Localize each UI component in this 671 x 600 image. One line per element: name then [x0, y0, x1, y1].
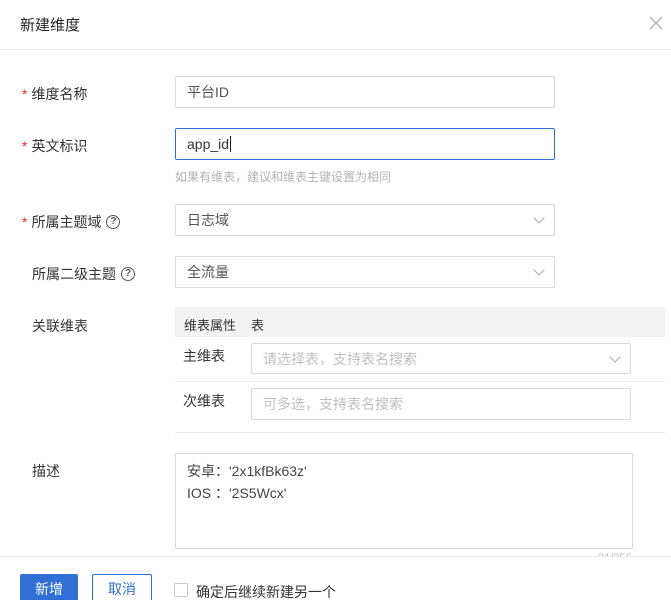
- name-input-value: 平台ID: [187, 84, 229, 100]
- dialog-footer: 新增 取消 确定后继续新建另一个: [0, 556, 671, 600]
- domain-label-text: 所属主题域: [31, 214, 102, 230]
- column-header-attr: 维表属性: [184, 318, 237, 333]
- secondary-table-label-text: 次维表: [183, 393, 225, 409]
- en-id-input-value: app_id: [187, 136, 230, 152]
- continue-checkbox-label[interactable]: 确定后继续新建另一个: [196, 582, 336, 600]
- desc-line: IOS ：'2S5Wcx': [187, 485, 287, 501]
- desc-textarea[interactable]: 安卓：'2x1kfBk63z' IOS ：'2S5Wcx': [175, 453, 633, 549]
- required-mark: *: [22, 138, 28, 154]
- chevron-down-icon: [533, 264, 545, 276]
- primary-table-select[interactable]: 请选择表，支持表名搜索: [251, 343, 631, 374]
- help-icon[interactable]: ?: [106, 215, 121, 229]
- text-caret: [230, 136, 232, 152]
- chevron-down-icon: [533, 212, 545, 224]
- row-divider: [175, 381, 665, 382]
- secondary-table-label: 次维表: [183, 391, 225, 411]
- secondary-table-select[interactable]: 可多选，支持表名搜索: [251, 388, 631, 420]
- primary-table-label-text: 主维表: [183, 348, 225, 364]
- name-input[interactable]: 平台ID: [175, 76, 555, 108]
- column-header-table: 表: [251, 318, 265, 333]
- secondary-table-placeholder: 可多选，支持表名搜索: [263, 396, 403, 412]
- required-mark: *: [22, 214, 28, 230]
- en-id-label: * 英文标识: [22, 136, 87, 156]
- dialog-title: 新建维度: [20, 17, 81, 34]
- chevron-down-icon: [609, 350, 621, 363]
- primary-table-placeholder: 请选择表，支持表名搜索: [263, 350, 417, 367]
- related-label-text: 关联维表: [32, 318, 88, 334]
- en-id-input[interactable]: app_id: [175, 128, 555, 160]
- sub-topic-label: 所属二级主题 ?: [32, 264, 135, 284]
- primary-table-label: 主维表: [183, 346, 225, 366]
- dialog-header: 新建维度: [0, 0, 671, 50]
- related-table-header: 维表属性 表: [175, 307, 665, 337]
- related-label: 关联维表: [32, 316, 88, 336]
- cancel-button[interactable]: 取消: [92, 574, 152, 600]
- sub-topic-select[interactable]: 全流量: [175, 256, 555, 288]
- close-icon[interactable]: [648, 15, 664, 31]
- name-label: * 维度名称: [22, 84, 87, 104]
- desc-label-text: 描述: [32, 463, 60, 479]
- desc-label: 描述: [32, 461, 60, 481]
- confirm-button[interactable]: 新增: [20, 574, 78, 600]
- domain-select-value: 日志域: [187, 212, 229, 228]
- required-mark: *: [22, 86, 28, 102]
- continue-checkbox[interactable]: [174, 583, 188, 597]
- sub-topic-label-text: 所属二级主题: [32, 266, 116, 282]
- en-id-label-text: 英文标识: [31, 138, 88, 154]
- en-id-hint: 如果有维表，建议和维表主键设置为相同: [175, 170, 392, 184]
- domain-select[interactable]: 日志域: [175, 204, 555, 236]
- row-divider: [175, 432, 665, 433]
- domain-label: * 所属主题域 ?: [22, 212, 121, 232]
- desc-line: 安卓：'2x1kfBk63z': [187, 463, 307, 479]
- name-label-text: 维度名称: [31, 86, 88, 102]
- sub-topic-select-value: 全流量: [187, 264, 229, 280]
- help-icon[interactable]: ?: [121, 267, 135, 281]
